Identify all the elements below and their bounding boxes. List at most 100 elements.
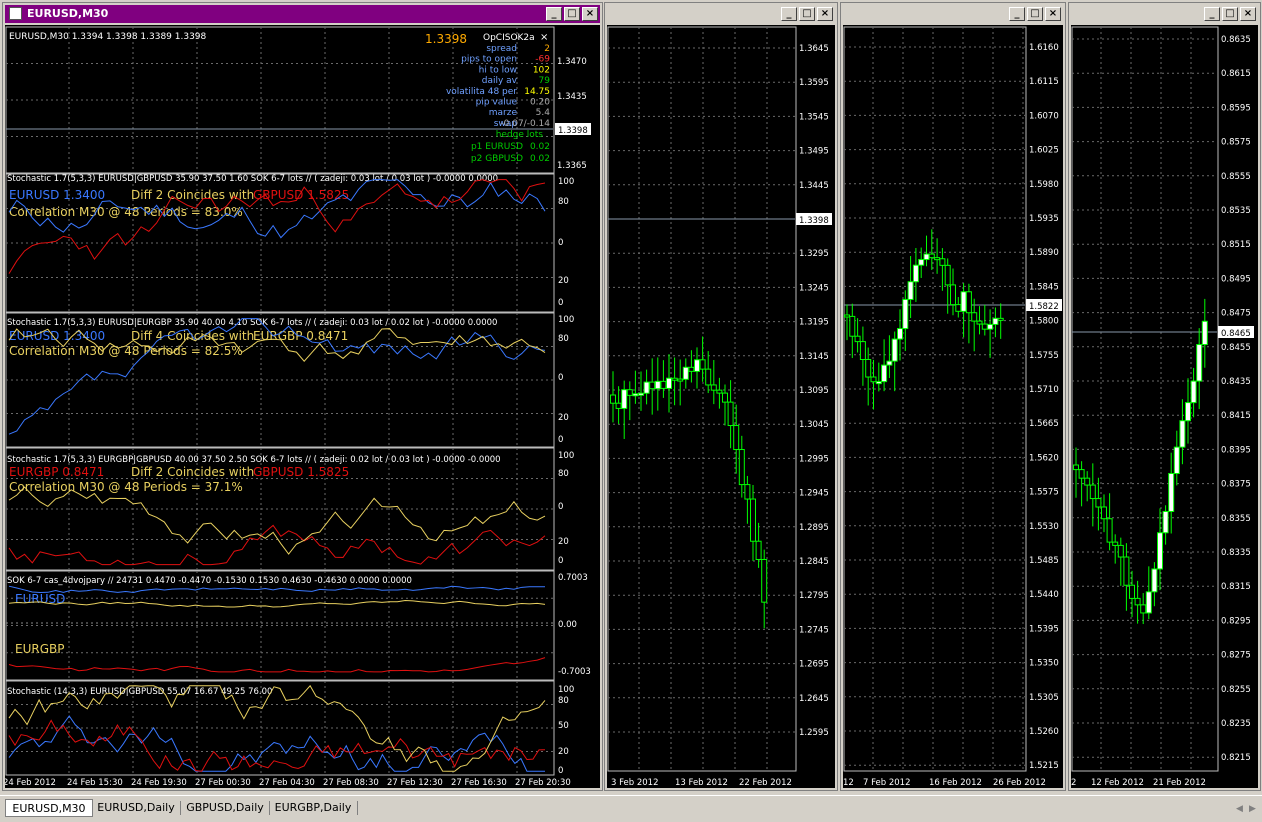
chart-area[interactable]: 1.6160 1.6115 1.6070 1.6025 1.5980 1.5935 1.58… <box>843 25 1063 788</box>
info-label: spread <box>486 44 517 54</box>
candle-body <box>1117 544 1124 558</box>
axis-label: 1.6115 <box>1029 77 1059 87</box>
minimize-icon[interactable]: _ <box>1204 7 1220 21</box>
gbpusd-daily-chart[interactable]: 1.6160 1.6115 1.6070 1.6025 1.5980 1.5935 1.58… <box>843 25 1063 790</box>
candle-body <box>1095 498 1102 508</box>
candle-body <box>666 377 672 389</box>
stoch1-correlation: Correlation M30 @ 48 Periods = 83.0% <box>9 205 243 219</box>
tab-eurusd-m30[interactable]: EURUSD,M30 <box>5 799 93 817</box>
info-value: 102 <box>533 65 550 75</box>
info-value: 14.75 <box>524 87 550 97</box>
hedge-block: p1 EURUSD 0.02 p2 GBPUSD 0.02 <box>471 142 550 164</box>
candle-body <box>682 366 689 380</box>
minimize-icon[interactable]: _ <box>546 7 562 21</box>
candle-body <box>934 257 941 261</box>
maximize-icon[interactable]: □ <box>1222 7 1238 21</box>
hedge-lots: 0.02 <box>530 154 550 164</box>
candle-body <box>1201 320 1208 346</box>
chart-app-icon <box>9 7 22 20</box>
tab-scroll-left-icon[interactable]: ◀ <box>1236 804 1243 814</box>
window-title: EURUSD,M30 <box>27 7 109 20</box>
tab-separator <box>180 801 181 815</box>
candle-body <box>955 304 962 312</box>
axis-label: 1.5935 <box>1029 214 1059 224</box>
axis-label: 1.5620 <box>1029 453 1059 463</box>
candle-body <box>1129 584 1135 599</box>
info-label: hi to low <box>479 65 517 75</box>
candle-body <box>626 389 633 396</box>
maximize-icon[interactable]: □ <box>1027 7 1043 21</box>
axis-label: 1.6070 <box>1029 111 1059 121</box>
sok-eurgbp-line <box>8 600 546 608</box>
axis-label: 0.8475 <box>1221 309 1251 319</box>
axis-label: 1.2745 <box>799 625 829 635</box>
axis-label: 1.5305 <box>1029 693 1059 703</box>
tab-gbpusd-daily[interactable]: GBPUSD,Daily <box>184 799 266 817</box>
chart-area[interactable]: EURUSD,M30 1.3394 1.3398 1.3389 1.3398 1… <box>3 25 600 790</box>
axis-label: 0.8275 <box>1221 651 1251 661</box>
axis-label: 100 <box>558 315 574 325</box>
hedge-lots: 0.02 <box>530 142 550 152</box>
tab-scroll-right-icon[interactable]: ▶ <box>1249 804 1256 814</box>
axis-label: 0.8435 <box>1221 377 1251 387</box>
axis-label: 80 <box>558 334 569 344</box>
window-titlebar[interactable]: _ □ × <box>607 5 835 23</box>
close-icon[interactable]: × <box>582 7 598 21</box>
candle-body <box>738 449 745 486</box>
info-value: -0.07/-0.14 <box>500 119 550 129</box>
axis-label: 0.8595 <box>1221 103 1251 113</box>
axis-label: 1.5755 <box>1029 351 1059 361</box>
candle-body <box>1145 591 1152 614</box>
chart-window-eurgbp-daily[interactable]: _ □ × 0.8635 0.8615 0.8595 0.8575 0.8555 0.85… <box>1068 2 1261 791</box>
close-icon[interactable]: × <box>1240 7 1256 21</box>
price-box-label: 1.5822 <box>1029 302 1059 312</box>
axis-label: 1.6160 <box>1029 43 1059 53</box>
candle-body <box>638 392 644 396</box>
candle-body <box>1190 380 1197 404</box>
window-titlebar[interactable]: _ □ × <box>843 5 1063 23</box>
candle-body <box>965 291 972 314</box>
eurgbp-daily-chart[interactable]: 0.8635 0.8615 0.8595 0.8575 0.8555 0.8535 0.85… <box>1071 25 1258 790</box>
minimize-icon[interactable]: _ <box>781 7 797 21</box>
candle-body <box>960 291 967 312</box>
eurusd-m30-chart[interactable]: EURUSD,M30 1.3394 1.3398 1.3389 1.3398 1… <box>3 25 600 790</box>
tab-eurusd-daily[interactable]: EURUSD,Daily <box>96 799 176 817</box>
stoch4-header: Stochastic (14,3,3) EURUSD|GBPUSD 55.07 … <box>7 687 272 697</box>
info-value: 79 <box>539 76 551 86</box>
axis-label: 1.3295 <box>799 249 829 259</box>
candle-body <box>716 389 723 394</box>
candle-body <box>1173 446 1180 474</box>
candle-body <box>750 498 756 542</box>
axis-label: 0.8255 <box>1221 685 1251 695</box>
candle-body <box>1112 541 1119 546</box>
maximize-icon[interactable]: □ <box>564 7 580 21</box>
candle-body <box>939 258 946 266</box>
candle-body <box>755 540 762 560</box>
axis-label: 1.3645 <box>799 44 829 54</box>
tab-eurgbp-daily[interactable]: EURGBP,Daily <box>273 799 353 817</box>
eurusd-daily-chart[interactable]: 1.36451.35951.35451.34951.34451.33451.32… <box>607 25 835 790</box>
hedge-pair: p2 GBPUSD <box>471 154 523 164</box>
window-titlebar[interactable]: _ □ × <box>1071 5 1258 23</box>
window-titlebar[interactable]: EURUSD,M30 _ □ × <box>5 5 600 23</box>
candle-body <box>699 359 706 370</box>
axis-label: 1.3365 <box>557 161 587 171</box>
chart-area[interactable]: 0.8635 0.8615 0.8595 0.8575 0.8555 0.8535 0.85… <box>1071 25 1258 788</box>
candle-body <box>671 377 678 381</box>
axis-label: 20 <box>558 276 569 286</box>
panel-close-icon[interactable]: × <box>540 32 548 43</box>
main-header: EURUSD,M30 1.3394 1.3398 1.3389 1.3398 <box>9 32 207 42</box>
maximize-icon[interactable]: □ <box>799 7 815 21</box>
chart-window-gbpusd-daily[interactable]: _ □ × 1.6160 1.6115 1.6070 1.6025 1.5980 1.59… <box>840 2 1066 791</box>
chart-window-eurusd-m30[interactable]: EURUSD,M30 _ □ × EURUSD,M30 1.3394 1.339… <box>2 2 603 791</box>
close-icon[interactable]: × <box>1045 7 1061 21</box>
close-icon[interactable]: × <box>817 7 833 21</box>
big-price: 1.3398 <box>425 32 467 46</box>
candle-body <box>660 380 667 389</box>
chart-area[interactable]: 1.36451.35951.35451.34951.34451.33451.32… <box>607 25 835 788</box>
minimize-icon[interactable]: _ <box>1009 7 1025 21</box>
axis-label: 0.8335 <box>1221 548 1251 558</box>
axis-label: 1.3145 <box>799 352 829 362</box>
chart-window-eurusd-daily[interactable]: _ □ × 1.3645 1.3595 1.3545 1.3495 1.3445 1.33… <box>604 2 838 791</box>
axis-label: 50 <box>558 721 569 731</box>
